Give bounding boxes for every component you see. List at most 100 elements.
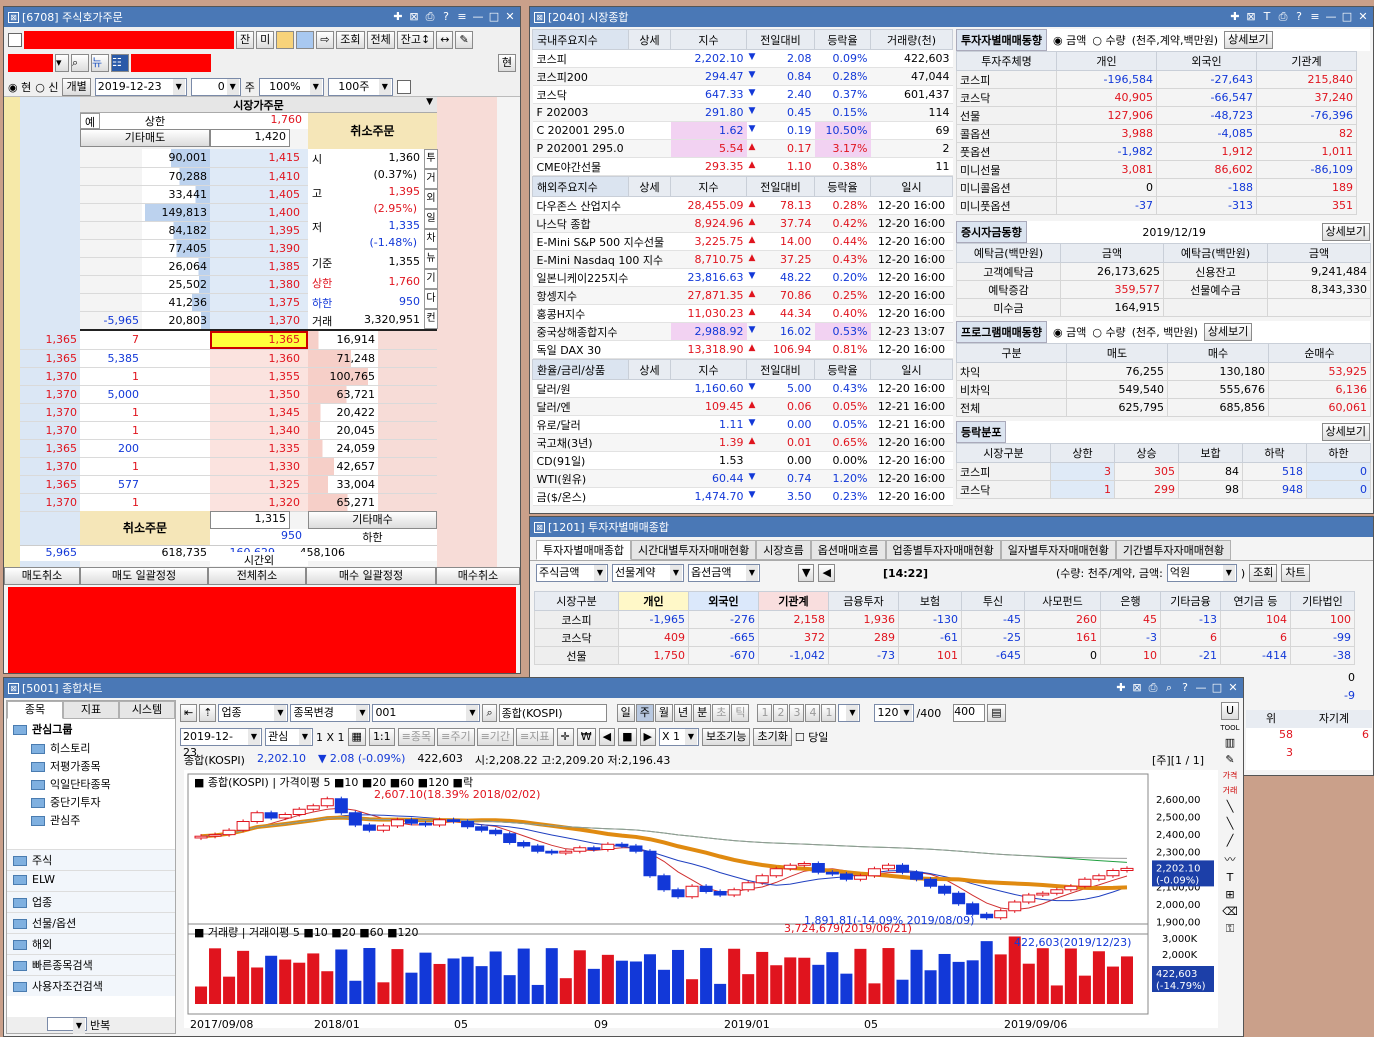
all-button[interactable]: 전체 — [366, 31, 395, 49]
date-field[interactable]: 2019-12-23 — [94, 77, 187, 96]
investor-tab[interactable]: 시장흐름 — [756, 540, 811, 560]
domestic-row[interactable]: C 202001 295.0 1.62 ▼ 0.19 10.50% 69 — [532, 121, 953, 140]
sidebar-tab[interactable]: 지표 — [63, 701, 119, 719]
minimize-icon[interactable]: — — [472, 10, 484, 24]
option-checkbox[interactable] — [396, 79, 411, 94]
detail-button[interactable]: 상세 — [628, 29, 671, 50]
watch-select[interactable]: 관심 — [265, 728, 313, 746]
category-item[interactable]: 주식 — [7, 849, 175, 870]
mi-button[interactable]: 미 — [256, 31, 275, 49]
category-item[interactable]: 선물/옵션 — [7, 912, 175, 933]
period-button[interactable]: 월 — [654, 704, 673, 722]
sidebar-tab[interactable]: 종목 — [7, 701, 63, 719]
today-checkbox[interactable]: ☐ 당일 — [795, 729, 829, 745]
ask-price[interactable]: 1,410 — [210, 167, 308, 186]
first-icon[interactable]: ⇤ — [180, 704, 198, 722]
overseas-row[interactable]: 홍콩H지수 11,030.23 ▲ 44.34 0.40% 12-20 16:00 — [532, 304, 953, 323]
stock-name-field[interactable] — [131, 54, 211, 72]
tree-item[interactable]: 히스토리 — [7, 739, 175, 757]
jan-button[interactable]: 잔 — [236, 31, 255, 49]
period-button[interactable]: 일 — [616, 704, 635, 722]
domestic-row[interactable]: P 202001 295.0 5.54 ▲ 0.17 3.17% 2 — [532, 139, 953, 158]
overseas-row[interactable]: 일본니케이225지수 23,816.63 ▼ 48.22 0.20% 12-20 16:0… — [532, 268, 953, 287]
bid-price-input[interactable]: 1,315 — [210, 511, 290, 529]
ask-price[interactable]: 1,400 — [210, 203, 308, 222]
side-tab[interactable]: 다 — [424, 289, 438, 309]
maximize-icon[interactable]: □ — [488, 10, 500, 24]
print-icon[interactable]: ⎙ — [1277, 10, 1289, 24]
indicator-tool-button[interactable]: ≡주기 — [437, 728, 475, 746]
ask-price-input[interactable]: 1,420 — [210, 129, 290, 147]
trend-tool-icon[interactable]: 〰 — [1225, 851, 1236, 867]
bid-row[interactable]: 1,365 7 1,365 16,914 — [20, 331, 437, 350]
cancel-order-header[interactable]: 취소주문 — [308, 113, 437, 149]
close-icon[interactable]: ✕ — [1357, 10, 1369, 24]
settings-icon[interactable]: ✎ — [455, 31, 473, 49]
grid-icon[interactable]: ▦ — [347, 728, 366, 746]
ask-price[interactable]: 1,390 — [210, 239, 308, 258]
sell-cancel-button[interactable]: 매도취소 — [4, 567, 80, 585]
unit-select[interactable]: 억원 — [1166, 564, 1237, 582]
domestic-row[interactable]: F 202003 291.80 ▼ 0.45 0.15% 114 — [532, 103, 953, 122]
radio-qty[interactable]: ○ 수량 — [1092, 32, 1125, 48]
investor-tab[interactable]: 시간대별투자자매매현황 — [630, 540, 757, 560]
category-item[interactable]: 해외 — [7, 933, 175, 954]
cross-icon[interactable]: ✛ — [556, 728, 574, 746]
ask-price[interactable]: 1,370 — [210, 311, 308, 330]
text-icon[interactable]: T — [1261, 10, 1273, 24]
futures-select[interactable]: 선물계약 — [612, 564, 684, 582]
pin-icon[interactable]: ✚ — [1115, 681, 1127, 695]
minimize-icon[interactable]: — — [1195, 681, 1207, 695]
up-icon[interactable]: ⇡ — [199, 704, 217, 722]
tree-item[interactable]: 관심주 — [7, 811, 175, 829]
radio-prog-amount[interactable]: ◉ 금액 — [1053, 324, 1086, 340]
export-icon[interactable]: ⇨ — [316, 31, 335, 49]
pct-field[interactable]: 100% — [258, 77, 324, 96]
indicator-tool-button[interactable]: ≡기간 — [476, 728, 515, 746]
investor-summary-row[interactable]: 코스닥 409 -665 372 289 -61 -25 161 -3 6 6 -99 — [534, 628, 1355, 647]
ask-row[interactable]: 26,064 1,385 — [80, 257, 308, 276]
bid-price[interactable]: 1,335 — [210, 439, 308, 458]
bid-row[interactable]: 1,365 5,385 1,360 71,248 — [20, 349, 437, 368]
category-item[interactable]: 빠른종목검색 — [7, 954, 175, 975]
bid-row[interactable]: 1,365 577 1,325 33,004 — [20, 475, 437, 494]
period-button[interactable]: 주 — [635, 704, 654, 722]
period-button[interactable]: 분 — [693, 704, 712, 722]
volume-tool[interactable]: 거래 — [1223, 785, 1238, 796]
hyun-button[interactable]: 현 — [497, 54, 516, 72]
num-select[interactable] — [838, 704, 861, 722]
fx-row[interactable]: 유로/달러 1.11 ▼ 0.00 0.05% 12-21 16:00 — [532, 415, 953, 434]
bid-row[interactable]: 1,365 200 1,335 24,059 — [20, 439, 437, 458]
resize-icon[interactable]: ↔ — [436, 31, 454, 49]
u-icon[interactable]: U — [1220, 702, 1240, 720]
market-type-select[interactable]: 업종 — [218, 704, 289, 722]
investor-summary-row[interactable]: 선물 1,750 -670 -1,042 -73 101 -645 0 10 -21 -414 -38 — [534, 646, 1355, 665]
tree-item[interactable]: 중단기투자 — [7, 793, 175, 811]
ask-price[interactable]: 1,375 — [210, 293, 308, 312]
radio-prog-qty[interactable]: ○ 수량 — [1092, 324, 1125, 340]
fx-row[interactable]: 금($/온스) 1,474.70 ▼ 3.50 0.23% 12-20 16:00 — [532, 487, 953, 506]
period-button[interactable]: 년 — [673, 704, 693, 722]
bid-row[interactable]: 1,370 1 1,345 20,422 — [20, 403, 437, 422]
ask-row[interactable]: 25,502 1,380 — [80, 275, 308, 294]
program-more-button[interactable]: 상세보기 — [1203, 323, 1253, 341]
side-tab[interactable]: 투 — [424, 149, 438, 169]
close-icon[interactable]: ✕ — [504, 10, 516, 24]
link-icon[interactable]: ⊠ — [1131, 681, 1143, 695]
bid-row[interactable]: 1,370 1 1,340 20,045 — [20, 421, 437, 440]
bid-price[interactable]: 1,365 — [210, 331, 308, 350]
account-icon[interactable] — [8, 33, 22, 47]
assist-button[interactable]: 보조기능 — [701, 728, 751, 746]
order-titlebar[interactable]: ⊠ [6708] 주식호가주문 ✚ ⊠ ⎙? ≡ — □ ✕ — [4, 7, 520, 27]
overseas-row[interactable]: 다우존스 산업지수 28,455.09 ▲ 78.13 0.28% 12-20 16:00 — [532, 196, 953, 215]
side-tab[interactable]: 뉴 — [424, 249, 438, 269]
stock-code-field[interactable] — [8, 54, 53, 72]
investor-row[interactable]: 미니콜옵션 0 -188 189 — [956, 178, 1357, 197]
period-button[interactable]: 초 — [712, 704, 731, 722]
number-button[interactable]: 4 — [805, 704, 821, 722]
link-icon[interactable]: ⊠ — [1245, 10, 1257, 24]
fund-more-button[interactable]: 상세보기 — [1321, 223, 1370, 241]
wrench-icon[interactable]: ✎ — [1225, 753, 1234, 766]
buy-bulk-modify-button[interactable]: 매수 일괄정정 — [306, 567, 436, 585]
investor-row[interactable]: 미니선물 3,081 86,602 -86,109 — [956, 160, 1357, 179]
